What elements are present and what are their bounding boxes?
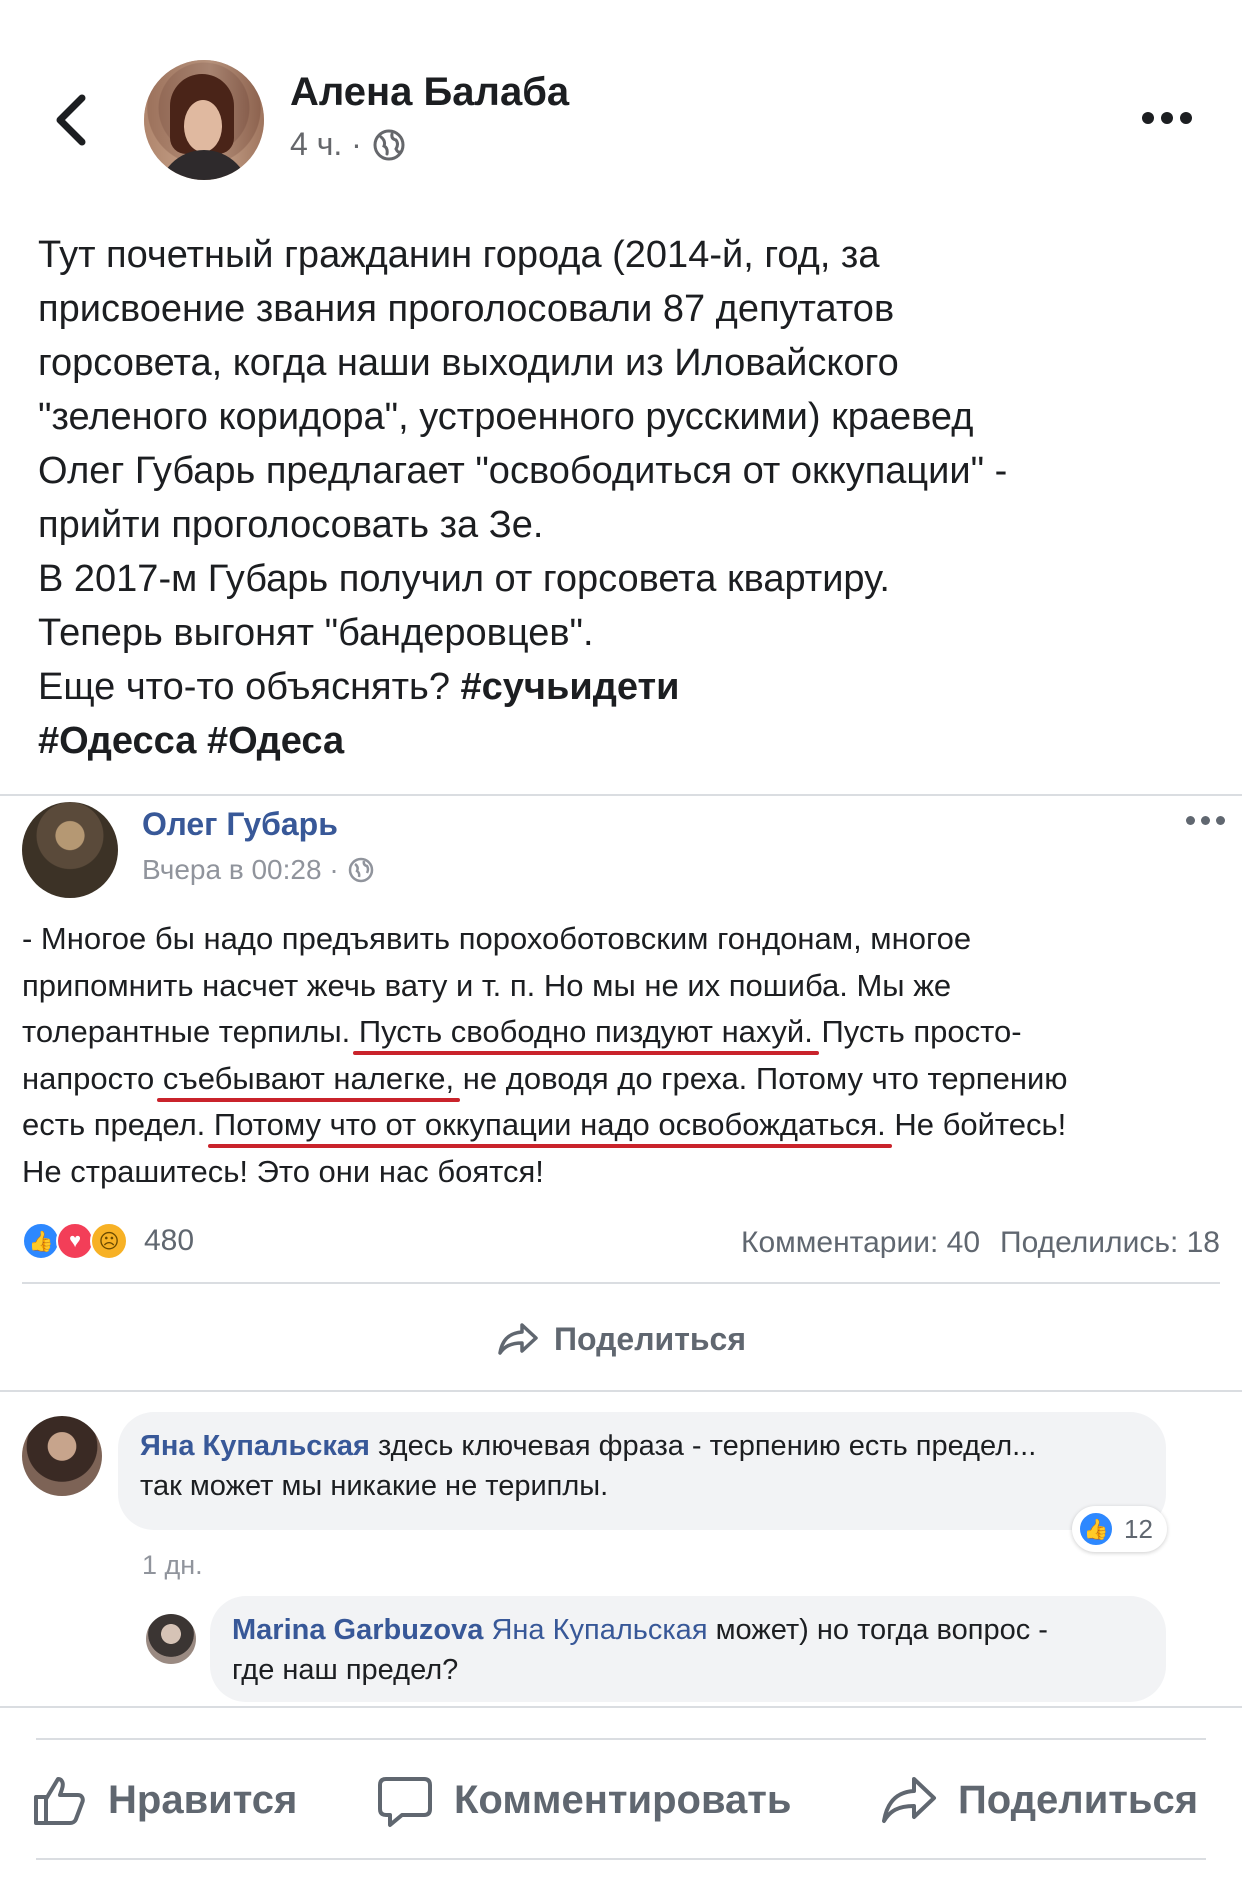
reply-bubble: Marina Garbuzova Яна Купальская может) н… <box>210 1596 1166 1702</box>
post-text-line: присвоение звания проголосовали 87 депут… <box>38 288 895 330</box>
comment-bubble: Яна Купальская здесь ключевая фраза - те… <box>118 1412 1166 1530</box>
comment-button[interactable]: Комментировать <box>376 1771 791 1829</box>
reactions-summary: 👍 ♥ ☹ 480 <box>22 1222 194 1260</box>
text-fragment: Не бойтесь! <box>885 1107 1067 1143</box>
engagement-counts: Комментарии: 40 Поделились: 18 <box>741 1226 1220 1260</box>
share-arrow-icon <box>882 1777 936 1823</box>
post-header: Алена Балаба 4 ч. · <box>0 0 1242 200</box>
text-fragment: напросто <box>22 1060 163 1096</box>
post-text-line: Теперь выгонят "бандеровцев". <box>38 612 594 654</box>
comment-likes-count: 12 <box>1124 1513 1153 1544</box>
share-label: Поделиться <box>958 1777 1199 1822</box>
post-time[interactable]: 4 ч. · <box>290 126 362 163</box>
post-text-line: Тут почетный гражданин города (2014-й, г… <box>38 234 880 276</box>
embedded-text-line: есть предел. Потому что от оккупации над… <box>22 1102 1222 1149</box>
post-actions-bar: Нравится Комментировать Поделиться <box>0 1760 1242 1840</box>
reply-text: может) но тогда вопрос - <box>707 1614 1048 1646</box>
comment-likes-badge: 👍 12 <box>1072 1506 1167 1552</box>
comments-count: Комментарии: 40 <box>741 1226 981 1259</box>
more-options-icon[interactable] <box>1142 108 1194 128</box>
post-text-line: В 2017-м Губарь получил от горсовета ква… <box>38 558 890 600</box>
reactions-count: 480 <box>144 1224 195 1257</box>
embedded-post-meta: Вчера в 00:28 · <box>142 854 375 886</box>
divider <box>0 1390 1242 1392</box>
commenter-avatar <box>146 1614 196 1664</box>
comment-author: Яна Купальская <box>140 1430 370 1462</box>
comment-text: здесь ключевая фраза - терпению есть пре… <box>369 1430 1037 1462</box>
divider <box>22 1282 1220 1284</box>
divider <box>36 1858 1206 1860</box>
text-fragment: есть предел. <box>22 1107 214 1143</box>
underlined-phrase: Потому что от оккупации надо освобождать… <box>213 1107 886 1143</box>
divider <box>36 1738 1206 1740</box>
post-text-line: Еще что-то объяснять? #сучьидети <box>38 660 1218 714</box>
embedded-text-line: припомнить насчет жечь вату и т. п. Но м… <box>22 967 952 1003</box>
like-reaction-icon: 👍 <box>1078 1511 1114 1547</box>
hashtag-link[interactable]: #Одеса <box>207 720 344 762</box>
post-text-line: прийти проголосовать за Зе. <box>38 504 544 546</box>
author-name[interactable]: Алена Балаба <box>290 70 569 115</box>
reply-text: где наш предел? <box>232 1654 459 1686</box>
globe-icon <box>372 128 406 162</box>
post-text: Тут почетный гражданин города (2014-й, г… <box>38 228 1218 768</box>
comment-bubble-icon <box>378 1777 432 1827</box>
post-text-line: Олег Губарь предлагает "освободиться от … <box>38 450 1008 492</box>
comment-label: Комментировать <box>454 1777 792 1822</box>
like-reaction-icon: 👍 <box>22 1222 60 1260</box>
embedded-text-line: - Многое бы надо предъявить порохоботовс… <box>22 921 972 956</box>
share-arrow-icon <box>498 1323 538 1355</box>
underlined-phrase: Пусть свободно пиздуют нахуй. <box>358 1014 813 1050</box>
embedded-author-avatar <box>22 802 118 898</box>
text-fragment: толерантные терпилы. <box>22 1014 359 1050</box>
embedded-share-label: Поделиться <box>553 1320 747 1357</box>
embedded-share-button: Поделиться <box>0 1304 1242 1374</box>
post-text-line: "зеленого коридора", устроенного русским… <box>38 396 974 438</box>
embedded-text-line: Не страшитесь! Это они нас боятся! <box>22 1153 544 1189</box>
embedded-screenshot[interactable]: Олег Губарь Вчера в 00:28 · - Многое бы … <box>0 794 1242 1708</box>
thumbs-up-icon <box>34 1777 85 1825</box>
commenter-avatar <box>22 1416 102 1496</box>
post-text-line: #Одесса #Одеса <box>38 714 1218 768</box>
like-label: Нравится <box>108 1777 298 1822</box>
globe-icon <box>348 857 373 883</box>
text-fragment: не доводя до греха. Потому что терпению <box>454 1060 1068 1096</box>
love-reaction-icon: ♥ <box>56 1222 94 1260</box>
embedded-post-text: - Многое бы надо предъявить порохоботовс… <box>22 916 1222 1196</box>
embedded-author-name: Олег Губарь <box>142 806 338 842</box>
embedded-post-time: Вчера в 00:28 · <box>142 854 339 885</box>
like-button[interactable]: Нравится <box>30 1771 297 1829</box>
hashtag-link[interactable]: #сучьидети <box>461 666 680 708</box>
embedded-text-line: толерантные терпилы. Пусть свободно пизд… <box>22 1009 1222 1056</box>
reply-mention: Яна Купальская <box>483 1614 708 1646</box>
share-button[interactable]: Поделиться <box>880 1771 1198 1829</box>
hashtag-link[interactable]: #Одесса <box>38 720 196 762</box>
text-fragment: Пусть просто- <box>812 1014 1022 1050</box>
post-text-fragment: Еще что-то объяснять? <box>38 666 461 708</box>
author-avatar[interactable] <box>144 60 264 180</box>
embedded-more-icon <box>1186 816 1225 825</box>
post-meta: 4 ч. · <box>290 126 406 163</box>
post-text-line: горсовета, когда наши выходили из Иловай… <box>38 342 899 384</box>
underlined-phrase: съебывают налегке, <box>162 1060 455 1096</box>
comment-time: 1 дн. <box>142 1550 203 1580</box>
back-arrow-icon[interactable] <box>52 92 92 148</box>
comment-text: так может мы никакие не териплы. <box>140 1470 609 1502</box>
shares-count: Поделились: 18 <box>1000 1226 1220 1259</box>
sad-reaction-icon: ☹ <box>90 1222 128 1260</box>
reply-author: Marina Garbuzova <box>232 1614 484 1646</box>
embedded-text-line: напросто съебывают налегке, не доводя до… <box>22 1056 1222 1103</box>
